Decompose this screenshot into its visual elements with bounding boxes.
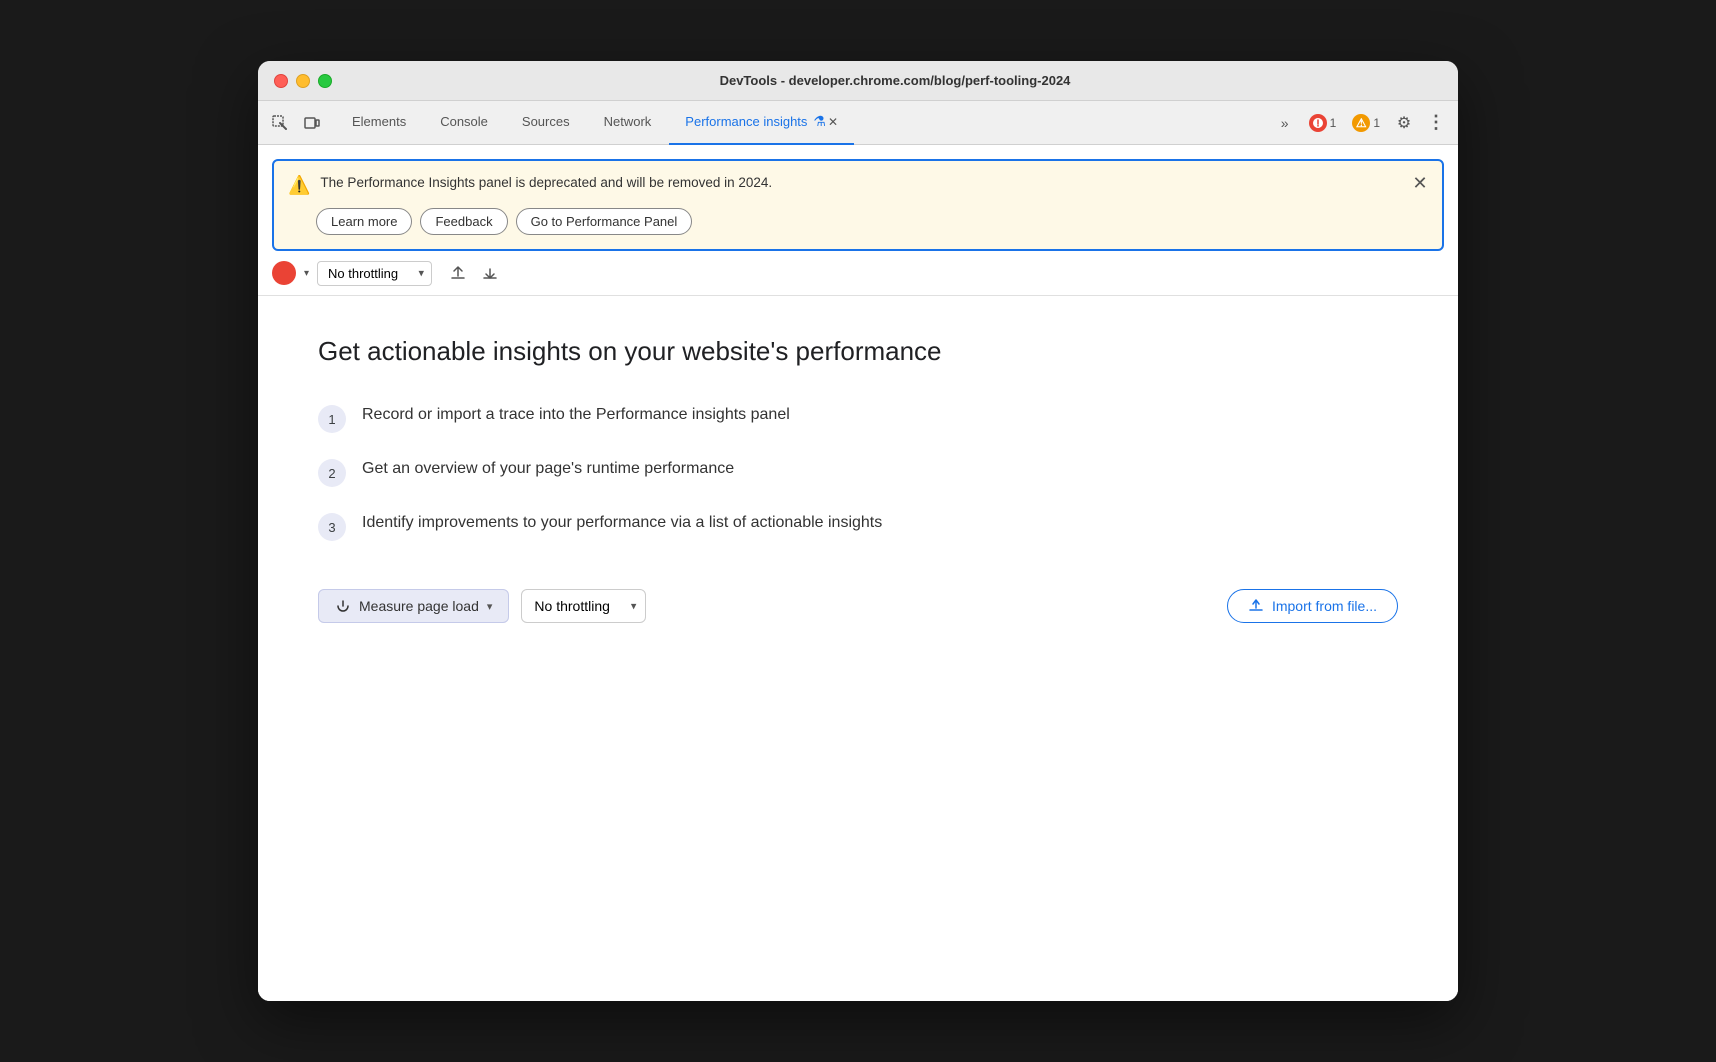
record-button[interactable] — [272, 261, 296, 285]
device-toolbar-icon[interactable] — [298, 109, 326, 137]
banner-warning-icon: ⚠️ — [288, 175, 310, 196]
action-row: Measure page load ▾ No throttling 4x slo… — [318, 589, 1398, 623]
step-num-1: 1 — [318, 405, 346, 433]
error-icon — [1309, 114, 1327, 132]
performance-flask-icon: ⚗ — [813, 113, 826, 130]
main-content: Get actionable insights on your website'… — [258, 296, 1458, 663]
main-heading: Get actionable insights on your website'… — [318, 336, 1398, 367]
inspect-element-icon[interactable] — [266, 109, 294, 137]
throttle2-select[interactable]: No throttling 4x slowdown 6x slowdown — [521, 589, 646, 623]
devtools-container: Elements Console Sources Network Perform… — [258, 101, 1458, 1001]
feedback-button[interactable]: Feedback — [420, 208, 507, 235]
throttle2-wrapper: No throttling 4x slowdown 6x slowdown — [521, 589, 646, 623]
step-text-1: Record or import a trace into the Perfor… — [362, 403, 790, 427]
import-btn-label: Import from file... — [1272, 598, 1377, 614]
tab-performance-insights[interactable]: Performance insights ⚗ ✕ — [669, 101, 854, 145]
close-tab-icon[interactable]: ✕ — [828, 115, 838, 129]
toolbar: ▾ No throttling 4x slowdown 6x slowdown — [258, 251, 1458, 296]
maximize-button[interactable] — [318, 74, 332, 88]
warning-icon: ⚠ — [1352, 114, 1370, 132]
warning-badge[interactable]: ⚠ 1 — [1346, 112, 1386, 134]
tab-network[interactable]: Network — [588, 101, 668, 145]
step-num-3: 3 — [318, 513, 346, 541]
step-item-2: 2 Get an overview of your page's runtime… — [318, 457, 1398, 487]
error-badge[interactable]: 1 — [1303, 112, 1343, 134]
learn-more-button[interactable]: Learn more — [316, 208, 412, 235]
devtools-window: DevTools - developer.chrome.com/blog/per… — [258, 61, 1458, 1001]
throttle-dropdown-wrapper: No throttling 4x slowdown 6x slowdown — [317, 261, 432, 286]
download-icon[interactable] — [476, 259, 504, 287]
record-dropdown-icon[interactable]: ▾ — [304, 268, 309, 279]
step-text-3: Identify improvements to your performanc… — [362, 511, 882, 535]
measure-page-load-button[interactable]: Measure page load ▾ — [318, 589, 509, 623]
go-to-panel-button[interactable]: Go to Performance Panel — [516, 208, 693, 235]
deprecation-banner: ⚠️ The Performance Insights panel is dep… — [272, 159, 1444, 251]
throttle-select[interactable]: No throttling 4x slowdown 6x slowdown — [317, 261, 432, 286]
tab-console[interactable]: Console — [424, 101, 504, 145]
tab-elements[interactable]: Elements — [336, 101, 422, 145]
measure-btn-label: Measure page load — [359, 598, 479, 614]
banner-buttons: Learn more Feedback Go to Performance Pa… — [316, 208, 1402, 235]
panel-content: ⚠️ The Performance Insights panel is dep… — [258, 145, 1458, 1001]
tab-sources[interactable]: Sources — [506, 101, 586, 145]
measure-btn-arrow-icon: ▾ — [487, 600, 493, 613]
step-list: 1 Record or import a trace into the Perf… — [318, 403, 1398, 541]
minimize-button[interactable] — [296, 74, 310, 88]
more-options-icon[interactable]: ⋮ — [1422, 109, 1450, 137]
tab-icons — [266, 109, 326, 137]
close-button[interactable] — [274, 74, 288, 88]
step-item-1: 1 Record or import a trace into the Perf… — [318, 403, 1398, 433]
titlebar: DevTools - developer.chrome.com/blog/per… — [258, 61, 1458, 101]
window-title: DevTools - developer.chrome.com/blog/per… — [348, 73, 1442, 88]
step-item-3: 3 Identify improvements to your performa… — [318, 511, 1398, 541]
traffic-lights — [274, 74, 332, 88]
close-banner-button[interactable]: ✕ — [1408, 171, 1432, 195]
import-from-file-button[interactable]: Import from file... — [1227, 589, 1398, 623]
tabs-bar: Elements Console Sources Network Perform… — [258, 101, 1458, 145]
tabs-right: » 1 ⚠ 1 ⚙ ⋮ — [1271, 109, 1450, 137]
more-tabs-icon[interactable]: » — [1271, 109, 1299, 137]
close-icon: ✕ — [1412, 173, 1427, 194]
upload-icon[interactable] — [444, 259, 472, 287]
step-text-2: Get an overview of your page's runtime p… — [362, 457, 734, 481]
step-num-2: 2 — [318, 459, 346, 487]
banner-message: ⚠️ The Performance Insights panel is dep… — [288, 175, 1402, 196]
settings-icon[interactable]: ⚙ — [1390, 109, 1418, 137]
upload-download — [444, 259, 504, 287]
